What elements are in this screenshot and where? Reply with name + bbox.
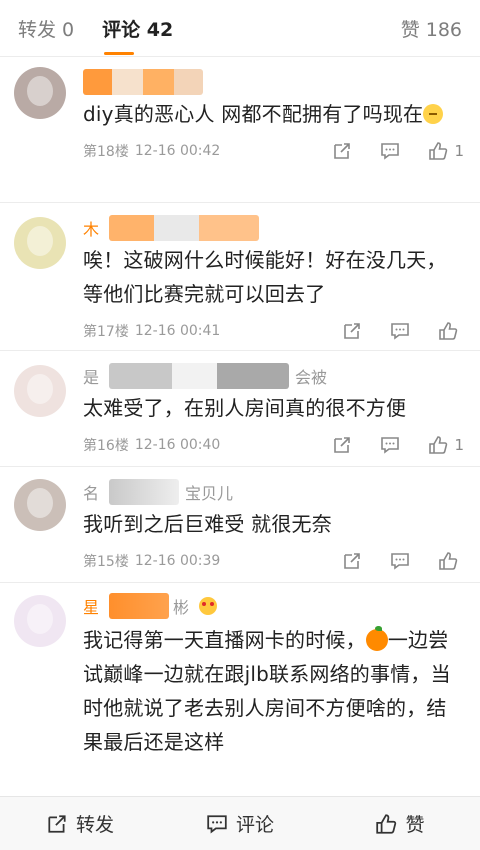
blurred-username xyxy=(83,69,203,95)
share-icon xyxy=(342,321,362,341)
avatar[interactable] xyxy=(14,217,66,269)
blurred-username xyxy=(109,479,180,505)
comment-button[interactable] xyxy=(380,141,400,161)
share-icon xyxy=(342,551,362,571)
author-name-tail: 会被 xyxy=(295,368,328,387)
share-icon xyxy=(332,435,352,455)
share-button[interactable] xyxy=(332,435,352,455)
author-name[interactable]: 星 xyxy=(83,594,99,618)
author-name[interactable]: 是 xyxy=(83,364,99,388)
comment-meta: 第16楼 12-16 00:40 1 xyxy=(83,425,464,465)
comment-list: diy真的恶心人 网都不配拥有了吗现在 第18楼 12-16 00:42 1 木… xyxy=(0,57,480,771)
comment-text: 我记得第一天直播网卡的时候， 一边尝试巅峰一边就在跟jlb联系网络的事情，当时他就… xyxy=(83,626,451,754)
comment-text: 我听到之后巨难受 就很无奈 xyxy=(83,512,332,536)
comment-time: 12-16 00:41 xyxy=(134,323,221,339)
comment-item: 名 宝贝儿 我听到之后巨难受 就很无奈 第15楼 12-16 00:39 xyxy=(0,467,480,583)
avatar[interactable] xyxy=(14,67,66,119)
share-button[interactable] xyxy=(342,321,362,341)
floor-number: 第18楼 xyxy=(83,144,129,160)
like-count: 1 xyxy=(454,142,464,160)
emoji-icon xyxy=(423,104,444,124)
comment-label: 评论 xyxy=(235,814,274,836)
like-button[interactable]: 1 xyxy=(428,141,464,161)
comment-meta: 第15楼 12-16 00:39 xyxy=(83,541,464,581)
tab-comments[interactable]: 评论 42 xyxy=(102,15,173,55)
comment-icon xyxy=(380,141,400,161)
share-icon xyxy=(46,813,68,835)
avatar[interactable] xyxy=(14,479,66,531)
author-name-tail: 彬 xyxy=(173,598,190,617)
comment-icon xyxy=(380,435,400,455)
comment-text: diy真的恶心人 网都不配拥有了吗现在 xyxy=(83,97,464,131)
like-button[interactable]: 1 xyxy=(428,435,464,455)
comment-icon xyxy=(206,813,228,835)
comment-item: 木 唉！这破网什么时候能好！好在没几天，等他们比赛完就可以回去了 第17楼 12… xyxy=(0,203,480,351)
like-count: 1 xyxy=(454,436,464,454)
comment-meta: 第18楼 12-16 00:42 1 xyxy=(83,131,464,171)
like-label: 赞 xyxy=(405,814,425,836)
thumbs-up-icon xyxy=(438,321,458,341)
comment-tabs: 转发 0 评论 42 赞 186 xyxy=(0,0,480,56)
comment-meta: 第17楼 12-16 00:41 xyxy=(83,311,464,351)
comment-item: 星 彬 我记得第一天直播网卡的时候， 一边尝试巅峰一边就在跟jlb联系网络的事情，… xyxy=(0,583,480,771)
comment-text: 唉！这破网什么时候能好！好在没几天，等他们比赛完就可以回去了 xyxy=(83,248,447,306)
comment-button[interactable] xyxy=(390,551,410,571)
comment-item: diy真的恶心人 网都不配拥有了吗现在 第18楼 12-16 00:42 1 xyxy=(0,57,480,203)
floor-number: 第15楼 xyxy=(83,554,129,570)
comment-icon xyxy=(390,551,410,571)
heart-eyes-emoji-icon xyxy=(199,597,218,615)
comment-item: 是 会被 太难受了，在别人房间真的很不方便 第16楼 12-16 00:40 1 xyxy=(0,351,480,467)
thumbs-up-icon xyxy=(375,813,397,835)
avatar[interactable] xyxy=(14,365,66,417)
comment-icon xyxy=(390,321,410,341)
avatar[interactable] xyxy=(14,595,66,647)
thumbs-up-icon xyxy=(428,141,448,161)
share-button[interactable] xyxy=(342,551,362,571)
comment-button[interactable] xyxy=(380,435,400,455)
share-button[interactable] xyxy=(332,141,352,161)
blurred-username xyxy=(109,593,170,619)
orange-emoji-icon xyxy=(365,626,388,651)
comment-bar-button[interactable]: 评论 xyxy=(160,810,320,837)
author-name[interactable]: 名 xyxy=(83,480,99,504)
floor-number: 第17楼 xyxy=(83,324,129,340)
repost-button[interactable]: 转发 xyxy=(0,810,160,837)
author-name-tail: 宝贝儿 xyxy=(185,484,234,503)
repost-label: 转发 xyxy=(75,814,114,836)
like-bar-button[interactable]: 赞 xyxy=(320,810,480,837)
like-button[interactable] xyxy=(438,321,464,341)
comment-time: 12-16 00:42 xyxy=(134,143,221,159)
tab-likes[interactable]: 赞 186 xyxy=(401,15,462,42)
comment-time: 12-16 00:39 xyxy=(134,553,221,569)
comment-text: 太难受了，在别人房间真的很不方便 xyxy=(83,396,407,420)
blurred-username xyxy=(109,363,290,389)
tab-repost[interactable]: 转发 0 xyxy=(18,15,74,42)
author-name[interactable]: 木 xyxy=(83,216,99,240)
comment-time: 12-16 00:40 xyxy=(134,437,221,453)
like-button[interactable] xyxy=(438,551,464,571)
comment-button[interactable] xyxy=(390,321,410,341)
thumbs-up-icon xyxy=(438,551,458,571)
floor-number: 第16楼 xyxy=(83,438,129,454)
bottom-action-bar: 转发 评论 赞 xyxy=(0,796,480,850)
blurred-username xyxy=(109,215,260,241)
thumbs-up-icon xyxy=(428,435,448,455)
share-icon xyxy=(332,141,352,161)
